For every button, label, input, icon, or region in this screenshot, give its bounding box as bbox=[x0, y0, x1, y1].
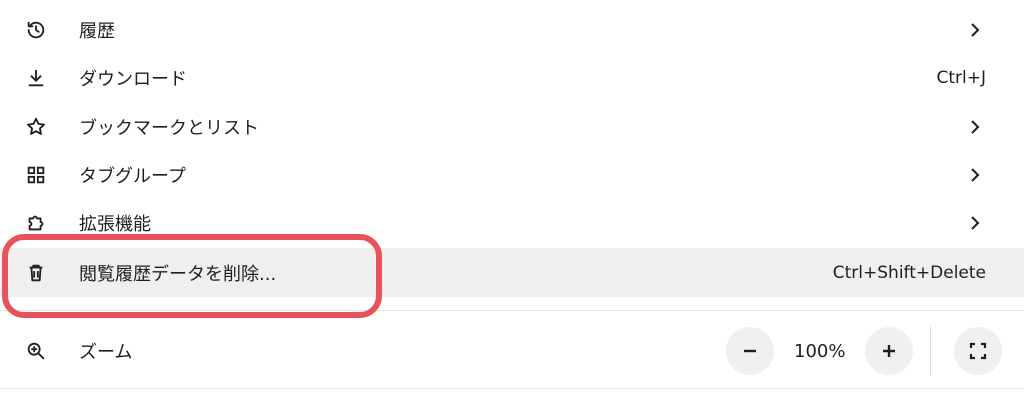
menu-item-zoom: ズーム 100% bbox=[0, 322, 1024, 380]
menu-item-bookmarks-and-lists[interactable]: ブックマークとリスト bbox=[0, 103, 1024, 151]
menu-item-label: 拡張機能 bbox=[79, 214, 151, 235]
menu-item-label: 閲覧履歴データを削除... bbox=[79, 263, 277, 285]
zoom-in-icon bbox=[24, 339, 48, 363]
star-icon bbox=[24, 115, 48, 139]
menu-item-label: ダウンロード bbox=[79, 69, 187, 90]
fullscreen-button[interactable] bbox=[954, 327, 1002, 375]
plus-icon bbox=[883, 345, 895, 357]
chevron-right-icon bbox=[971, 120, 980, 134]
menu-separator bbox=[0, 388, 1024, 389]
zoom-level: 100% bbox=[794, 340, 846, 362]
zoom-out-button[interactable] bbox=[726, 327, 774, 375]
menu-item-label: ブックマークとリスト bbox=[79, 118, 259, 139]
chevron-right-icon bbox=[971, 168, 980, 182]
chevron-right-icon bbox=[971, 216, 980, 230]
trash-icon bbox=[24, 261, 48, 285]
shortcut-text: Ctrl+Shift+Delete bbox=[832, 262, 986, 283]
chrome-menu: 履歴 ダウンロード Ctrl+J ブックマークとリスト タブグループ 拡張機能 … bbox=[0, 0, 1024, 398]
menu-item-extensions[interactable]: 拡張機能 bbox=[0, 199, 1024, 247]
history-icon bbox=[24, 18, 48, 42]
menu-item-downloads[interactable]: ダウンロード Ctrl+J bbox=[0, 54, 1024, 102]
shortcut-text: Ctrl+J bbox=[936, 68, 986, 88]
chevron-right-icon bbox=[971, 23, 980, 37]
menu-separator bbox=[0, 310, 1024, 311]
menu-item-label: タブグループ bbox=[79, 166, 186, 187]
extension-puzzle-icon bbox=[24, 211, 48, 235]
menu-item-clear-browsing-data[interactable]: 閲覧履歴データを削除... Ctrl+Shift+Delete bbox=[0, 248, 1024, 297]
fullscreen-icon bbox=[969, 342, 987, 360]
zoom-divider bbox=[930, 326, 931, 376]
menu-item-label: 履歴 bbox=[79, 21, 115, 42]
menu-item-history[interactable]: 履歴 bbox=[0, 6, 1024, 54]
tab-groups-icon bbox=[24, 163, 48, 187]
zoom-in-button[interactable] bbox=[865, 327, 913, 375]
download-icon bbox=[24, 66, 48, 90]
zoom-label: ズーム bbox=[79, 342, 133, 363]
menu-item-tab-groups[interactable]: タブグループ bbox=[0, 151, 1024, 199]
minus-icon bbox=[744, 349, 756, 353]
